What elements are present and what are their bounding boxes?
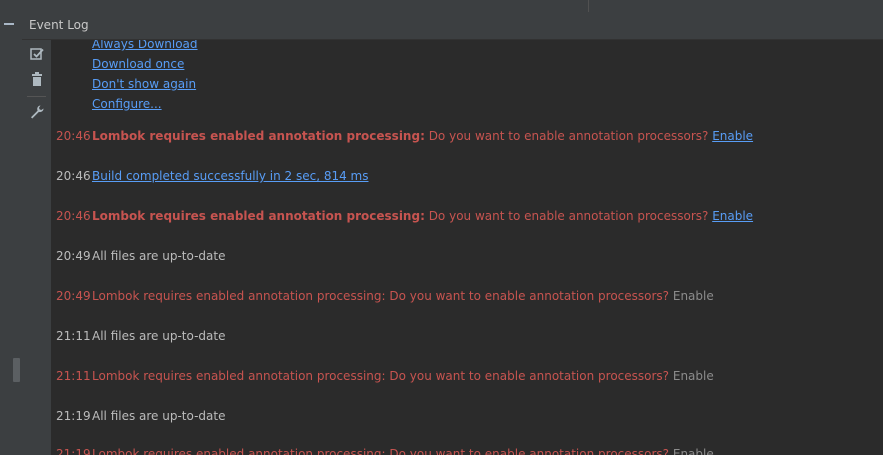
event-log-content[interactable]: Always Download Download once Don't show… (51, 40, 883, 455)
enable-action-disabled: Enable (672, 289, 714, 303)
enable-link[interactable]: Enable (712, 129, 753, 143)
entry-text: All files are up-to-date (92, 329, 226, 343)
top-bar (0, 0, 883, 12)
log-entry: 21:11All files are up-to-date (56, 326, 225, 346)
entry-bold-text: Lombok requires enabled annotation proce… (92, 209, 425, 223)
event-log-toolbar (22, 40, 51, 455)
entry-time: 20:46 (56, 209, 91, 223)
entry-time: 20:46 (56, 169, 91, 183)
log-entry: 21:19All files are up-to-date (56, 406, 225, 426)
entry-text: Lombok requires enabled annotation proce… (92, 369, 673, 383)
entry-text: All files are up-to-date (92, 249, 226, 263)
panel-title: Event Log (29, 18, 89, 32)
enable-action-disabled: Enable (672, 369, 714, 383)
log-entry: 20:49Lombok requires enabled annotation … (56, 286, 714, 306)
entry-time: 21:19 (56, 447, 91, 455)
entry-time: 21:19 (56, 409, 91, 423)
log-entry: 21:11Lombok requires enabled annotation … (56, 366, 714, 386)
download-once-link[interactable]: Download once (92, 54, 198, 74)
entry-text: Lombok requires enabled annotation proce… (92, 447, 673, 455)
strip-scroll-handle[interactable] (13, 358, 20, 382)
trash-icon[interactable] (29, 71, 45, 87)
toolbar-separator (27, 96, 46, 97)
entry-text: All files are up-to-date (92, 409, 226, 423)
checkbox-icon[interactable] (29, 46, 45, 62)
build-completed-link[interactable]: Build completed successfully in 2 sec, 8… (92, 169, 369, 183)
minimize-icon[interactable] (4, 23, 14, 25)
configure-link[interactable]: Configure... (92, 94, 198, 114)
log-entry: 20:46Lombok requires enabled annotation … (56, 126, 753, 146)
enable-action-disabled: Enable (672, 447, 714, 455)
entry-time: 21:11 (56, 329, 91, 343)
log-entry: 20:46Build completed successfully in 2 s… (56, 166, 369, 186)
entry-text: Lombok requires enabled annotation proce… (92, 289, 673, 303)
entry-time: 20:49 (56, 289, 91, 303)
always-download-link[interactable]: Always Download (92, 40, 198, 54)
entry-bold-text: Lombok requires enabled annotation proce… (92, 129, 425, 143)
enable-link[interactable]: Enable (712, 209, 753, 223)
wrench-icon[interactable] (29, 104, 45, 120)
event-log-header: Event Log (22, 12, 883, 40)
log-entry: 21:19Lombok requires enabled annotation … (56, 444, 714, 455)
entry-text: Do you want to enable annotation process… (424, 129, 713, 143)
log-entry: 20:46Lombok requires enabled annotation … (56, 206, 753, 226)
entry-time: 20:46 (56, 129, 91, 143)
notification-actions: Always Download Download once Don't show… (92, 40, 198, 114)
left-tool-strip (0, 12, 23, 455)
entry-text: Do you want to enable annotation process… (424, 209, 713, 223)
entry-time: 21:11 (56, 369, 91, 383)
top-bar-divider (588, 0, 589, 12)
log-entry: 20:49All files are up-to-date (56, 246, 225, 266)
dont-show-again-link[interactable]: Don't show again (92, 74, 198, 94)
entry-time: 20:49 (56, 249, 91, 263)
